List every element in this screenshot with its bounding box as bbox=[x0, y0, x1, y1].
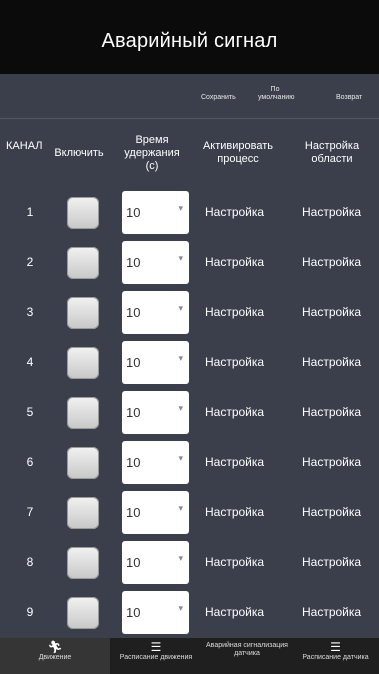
channel-row: 8 10 ▾ Настройка Настройка bbox=[0, 539, 379, 589]
schedule-icon: ☰ bbox=[330, 640, 341, 654]
title-bar: Аварийный сигнал bbox=[0, 0, 379, 74]
bottom-tab-bar: 🏃︎ Движение ☰ Расписание движения Аварий… bbox=[0, 638, 379, 674]
activate-process-setting-link[interactable]: Настройка bbox=[205, 555, 264, 569]
hold-time-value: 10 bbox=[126, 605, 141, 620]
divider bbox=[0, 118, 379, 119]
tab-sensor-schedule[interactable]: ☰ Расписание датчика bbox=[292, 638, 379, 674]
tab-motion-schedule[interactable]: ☰ Расписание движения bbox=[110, 638, 202, 674]
chevron-down-icon: ▾ bbox=[178, 503, 183, 513]
column-header-area: Настройка области bbox=[304, 140, 360, 165]
hold-time-value: 10 bbox=[126, 305, 141, 320]
tab-label: Аварийная сигнализация датчика bbox=[206, 642, 288, 657]
enable-checkbox[interactable] bbox=[67, 397, 99, 429]
channel-row: 5 10 ▾ Настройка Настройка bbox=[0, 389, 379, 439]
channel-number: 2 bbox=[26, 255, 34, 269]
hold-time-select[interactable]: 10 ▾ bbox=[122, 191, 189, 234]
hold-time-select[interactable]: 10 ▾ bbox=[122, 541, 189, 584]
channel-row: 3 10 ▾ Настройка Настройка bbox=[0, 289, 379, 339]
channel-row: 1 10 ▾ Настройка Настройка bbox=[0, 189, 379, 239]
activate-process-setting-link[interactable]: Настройка bbox=[205, 405, 264, 419]
hold-time-value: 10 bbox=[126, 355, 141, 370]
chevron-down-icon: ▾ bbox=[178, 203, 183, 213]
chevron-down-icon: ▾ bbox=[178, 603, 183, 613]
running-person-icon: 🏃︎ bbox=[47, 640, 63, 654]
activate-process-setting-link[interactable]: Настройка bbox=[205, 505, 264, 519]
hold-time-select[interactable]: 10 ▾ bbox=[122, 291, 189, 334]
activate-process-setting-link[interactable]: Настройка bbox=[205, 455, 264, 469]
tab-label: Расписание датчика bbox=[302, 654, 369, 661]
column-header-hold-time: Время удержания (с) bbox=[124, 134, 180, 172]
hold-time-select[interactable]: 10 ▾ bbox=[122, 591, 189, 634]
channel-row: 7 10 ▾ Настройка Настройка bbox=[0, 489, 379, 539]
chevron-down-icon: ▾ bbox=[178, 403, 183, 413]
tab-label: Расписание движения bbox=[119, 654, 193, 661]
chevron-down-icon: ▾ bbox=[178, 453, 183, 463]
channel-row: 2 10 ▾ Настройка Настройка bbox=[0, 239, 379, 289]
hold-time-value: 10 bbox=[126, 555, 141, 570]
chevron-down-icon: ▾ bbox=[178, 253, 183, 263]
area-setting-link[interactable]: Настройка bbox=[302, 255, 361, 269]
back-button[interactable]: Возврат bbox=[336, 94, 362, 102]
channel-number: 1 bbox=[26, 205, 34, 219]
hold-time-select[interactable]: 10 ▾ bbox=[122, 491, 189, 534]
area-setting-link[interactable]: Настройка bbox=[302, 205, 361, 219]
area-setting-link[interactable]: Настройка bbox=[302, 505, 361, 519]
tab-motion[interactable]: 🏃︎ Движение bbox=[0, 638, 110, 674]
tab-sensor-alarm[interactable]: Аварийная сигнализация датчика bbox=[202, 638, 292, 674]
action-bar: Сохранить По умолчанию Возврат bbox=[0, 74, 379, 118]
tab-label: Движение bbox=[38, 654, 72, 661]
area-setting-link[interactable]: Настройка bbox=[302, 405, 361, 419]
enable-checkbox[interactable] bbox=[67, 597, 99, 629]
area-setting-link[interactable]: Настройка bbox=[302, 555, 361, 569]
channel-number: 6 bbox=[26, 455, 34, 469]
channel-number: 3 bbox=[26, 305, 34, 319]
column-header-enable: Включить bbox=[54, 147, 104, 159]
enable-checkbox[interactable] bbox=[67, 197, 99, 229]
hold-time-select[interactable]: 10 ▾ bbox=[122, 341, 189, 384]
channel-row: 6 10 ▾ Настройка Настройка bbox=[0, 439, 379, 489]
channel-number: 9 bbox=[26, 605, 34, 619]
hold-time-select[interactable]: 10 ▾ bbox=[122, 391, 189, 434]
hold-time-value: 10 bbox=[126, 455, 141, 470]
chevron-down-icon: ▾ bbox=[178, 553, 183, 563]
area-setting-link[interactable]: Настройка bbox=[302, 305, 361, 319]
hold-time-value: 10 bbox=[126, 205, 141, 220]
hold-time-value: 10 bbox=[126, 505, 141, 520]
save-button[interactable]: Сохранить bbox=[201, 94, 236, 102]
channel-number: 7 bbox=[26, 505, 34, 519]
hold-time-select[interactable]: 10 ▾ bbox=[122, 241, 189, 284]
page-title: Аварийный сигнал bbox=[101, 30, 278, 52]
column-header-activate: Активировать процесс bbox=[202, 140, 274, 165]
hold-time-value: 10 bbox=[126, 255, 141, 270]
hold-time-select[interactable]: 10 ▾ bbox=[122, 441, 189, 484]
area-setting-link[interactable]: Настройка bbox=[302, 355, 361, 369]
enable-checkbox[interactable] bbox=[67, 347, 99, 379]
column-header-channel: КАНАЛ bbox=[6, 140, 43, 152]
activate-process-setting-link[interactable]: Настройка bbox=[205, 305, 264, 319]
area-setting-link[interactable]: Настройка bbox=[302, 605, 361, 619]
activate-process-setting-link[interactable]: Настройка bbox=[205, 605, 264, 619]
chevron-down-icon: ▾ bbox=[178, 303, 183, 313]
enable-checkbox[interactable] bbox=[67, 247, 99, 279]
schedule-icon: ☰ bbox=[150, 640, 162, 654]
default-button[interactable]: По умолчанию bbox=[258, 86, 294, 102]
enable-checkbox[interactable] bbox=[67, 547, 99, 579]
activate-process-setting-link[interactable]: Настройка bbox=[205, 255, 264, 269]
enable-checkbox[interactable] bbox=[67, 497, 99, 529]
activate-process-setting-link[interactable]: Настройка bbox=[205, 355, 264, 369]
chevron-down-icon: ▾ bbox=[178, 353, 183, 363]
hold-time-value: 10 bbox=[126, 405, 141, 420]
enable-checkbox[interactable] bbox=[67, 297, 99, 329]
area-setting-link[interactable]: Настройка bbox=[302, 455, 361, 469]
channel-row: 4 10 ▾ Настройка Настройка bbox=[0, 339, 379, 389]
channel-number: 4 bbox=[26, 355, 34, 369]
enable-checkbox[interactable] bbox=[67, 447, 99, 479]
activate-process-setting-link[interactable]: Настройка bbox=[205, 205, 264, 219]
channel-number: 8 bbox=[26, 555, 34, 569]
channel-row: 9 10 ▾ Настройка Настройка bbox=[0, 589, 379, 639]
channel-number: 5 bbox=[26, 405, 34, 419]
